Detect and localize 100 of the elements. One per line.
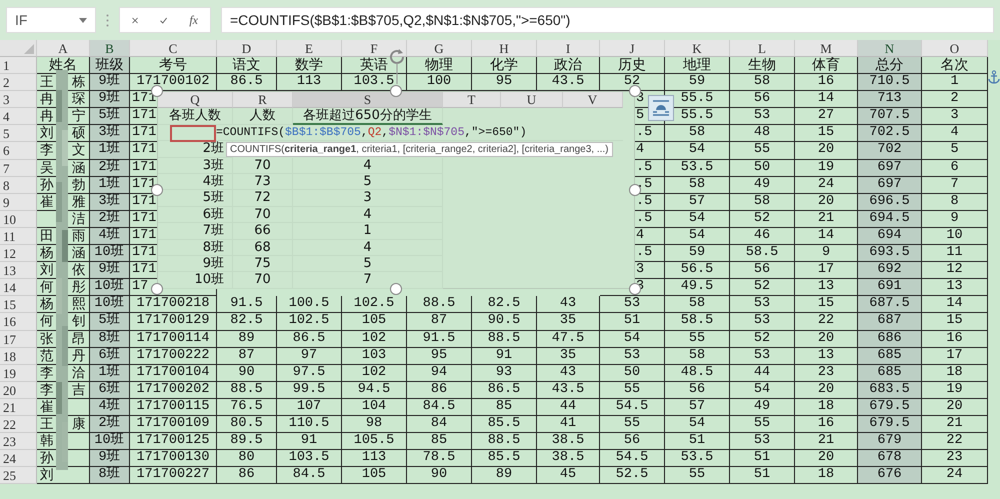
row-header[interactable]: 3 (0, 91, 37, 108)
row-header[interactable]: 22 (0, 416, 37, 434)
row-header[interactable]: 6 (0, 142, 37, 160)
table-cell: 94 (407, 364, 472, 382)
table-cell: 80 (217, 450, 277, 468)
table-cell: 58.5 (730, 245, 795, 262)
table-cell: 87 (407, 313, 472, 330)
row-header[interactable]: 20 (0, 382, 37, 399)
table-cell: 56 (730, 262, 795, 280)
row-header[interactable]: 7 (0, 160, 37, 177)
table-cell: 人数 (233, 108, 293, 125)
caret-icon (79, 18, 87, 22)
row-header[interactable]: 4 (0, 108, 37, 126)
table-cell: 50 (730, 160, 795, 177)
row-header[interactable]: 21 (0, 398, 37, 416)
row-header[interactable]: 18 (0, 348, 37, 365)
table-cell: 1班 (90, 176, 130, 194)
row-header[interactable]: 8 (0, 176, 37, 194)
row-header[interactable]: 25 (0, 467, 37, 484)
table-cell: 56.5 (665, 262, 730, 280)
name-box[interactable]: IF (6, 7, 96, 33)
table-cell: 6班 (90, 348, 130, 365)
table-cell: 80.5 (217, 416, 277, 434)
column-header[interactable]: J (600, 40, 665, 57)
table-cell: 171700104 (130, 364, 217, 382)
table-cell: 171700202 (130, 382, 217, 399)
row-header[interactable]: 19 (0, 364, 37, 382)
table-cell: 52 (730, 279, 795, 296)
table-cell: 5班 (90, 108, 130, 126)
column-header[interactable]: H (472, 40, 537, 57)
row-header[interactable]: 17 (0, 330, 37, 348)
table-cell: 97.5 (277, 364, 342, 382)
table-cell: 66 (233, 223, 293, 240)
table-cell: 697 (858, 176, 922, 194)
table-cell: 2班 (90, 160, 130, 177)
column-header[interactable]: K (665, 40, 730, 57)
resize-handle[interactable] (151, 283, 163, 295)
table-cell: 10班 (90, 433, 130, 450)
row-header[interactable]: 16 (0, 313, 37, 330)
table-cell: 1班 (90, 142, 130, 160)
table-cell: 54 (665, 416, 730, 434)
table-cell: 97 (277, 348, 342, 365)
embedded-table[interactable] (157, 91, 635, 289)
table-cell: 171700218 (130, 296, 217, 314)
row-header[interactable]: 14 (0, 279, 37, 296)
table-cell: 58 (665, 296, 730, 314)
row-header[interactable]: 11 (0, 228, 37, 246)
table-cell: 58.5 (665, 313, 730, 330)
row-header[interactable]: 10 (0, 210, 37, 228)
table-cell: 53 (730, 348, 795, 365)
table-cell: 57 (665, 194, 730, 211)
column-header[interactable]: D (217, 40, 277, 57)
row-header[interactable]: 5 (0, 125, 37, 142)
table-cell: 105 (342, 313, 407, 330)
table-cell: 105.5 (342, 433, 407, 450)
column-header[interactable]: B (90, 40, 130, 57)
table-cell: 171700130 (130, 450, 217, 468)
function-button[interactable]: fx (189, 12, 198, 28)
column-header[interactable]: C (130, 40, 217, 57)
table-cell: 5 (293, 256, 443, 272)
table-cell: 70 (233, 206, 293, 224)
table-cell: 88.5 (472, 330, 537, 348)
close-icon[interactable] (132, 14, 138, 26)
column-header[interactable]: E (277, 40, 342, 57)
row-header[interactable]: 9 (0, 194, 37, 211)
formula-field[interactable]: =COUNTIFS($B$1:$B$705,Q2,$N$1:$N$705,">=650") (221, 7, 994, 33)
column-header[interactable]: O (922, 40, 988, 57)
layout-options-icon[interactable] (648, 95, 674, 121)
resize-handle[interactable] (390, 85, 402, 97)
column-header[interactable]: A (37, 40, 90, 57)
row-header[interactable]: 15 (0, 296, 37, 314)
resize-handle[interactable] (390, 283, 402, 295)
table-cell: 85 (407, 433, 472, 450)
table-cell: 10班 (90, 296, 130, 314)
row-header[interactable]: 13 (0, 262, 37, 280)
column-header[interactable]: M (795, 40, 858, 57)
table-cell: 55 (730, 142, 795, 160)
table-cell: 52 (730, 210, 795, 228)
column-header[interactable]: G (407, 40, 472, 57)
table-cell: 102 (342, 330, 407, 348)
row-header[interactable]: 12 (0, 245, 37, 262)
row-header[interactable]: 23 (0, 433, 37, 450)
row-header[interactable]: 24 (0, 450, 37, 468)
active-cell[interactable] (170, 124, 216, 142)
table-cell: 86.5 (472, 382, 537, 399)
table-cell: 82.5 (217, 313, 277, 330)
row-header[interactable]: 1 (0, 57, 37, 74)
table-cell: 707.5 (858, 108, 922, 126)
table-cell: 693.5 (858, 245, 922, 262)
column-header[interactable]: N (858, 40, 922, 57)
row-header[interactable]: 2 (0, 74, 37, 92)
table-cell: 58 (730, 194, 795, 211)
table-cell: 78.5 (407, 450, 472, 468)
table-cell: 86.5 (277, 330, 342, 348)
table-cell: 702 (858, 142, 922, 160)
column-header[interactable]: F (342, 40, 407, 57)
table-cell: 44 (537, 398, 600, 416)
column-header[interactable]: L (730, 40, 795, 57)
resize-handle[interactable] (629, 184, 641, 196)
column-header[interactable]: I (537, 40, 600, 57)
